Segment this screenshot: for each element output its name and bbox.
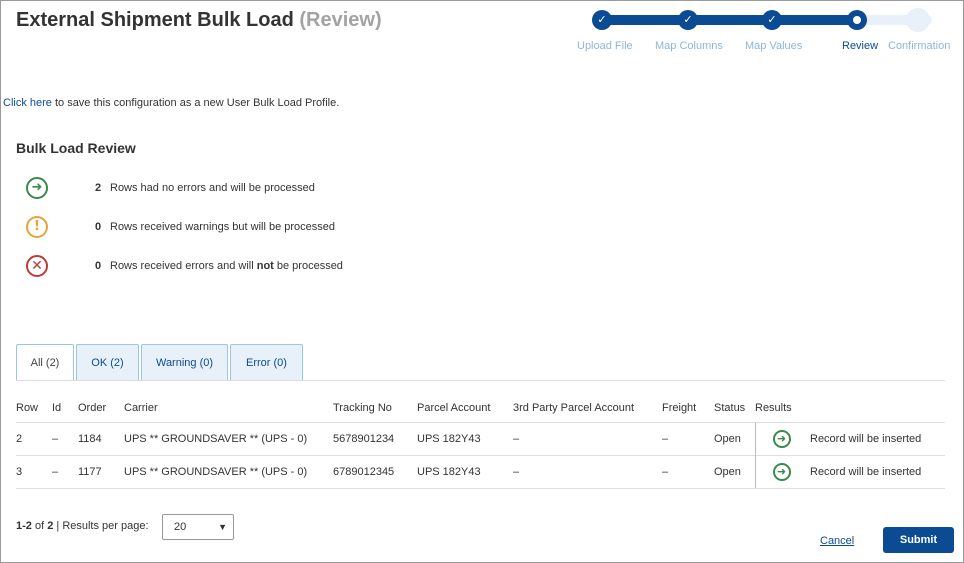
cell-carrier: UPS ** GROUNDSAVER ** (UPS - 0) (124, 454, 333, 489)
cell-status: Open (714, 454, 755, 489)
cell-result-icon: ➜ (754, 454, 810, 489)
step-3-check-icon: ✓ (762, 10, 782, 30)
tab-error[interactable]: Error (0) (230, 344, 303, 381)
submit-button[interactable]: Submit (883, 527, 954, 553)
tab-ok[interactable]: OK (2) (76, 344, 139, 381)
summary-error-text: Rows received errors and will not be pro… (110, 260, 343, 272)
caret-down-icon: ▼ (218, 522, 227, 532)
results-table: Row Id Order Carrier Tracking No Parcel … (16, 394, 945, 489)
error-x-circle-icon: ✕ (26, 255, 48, 277)
summary-warning-count: 0 (95, 221, 102, 233)
cell-freight: – (662, 454, 714, 489)
summary-error-count: 0 (95, 260, 102, 272)
cell-id: – (52, 454, 78, 489)
step-5-pending-icon (906, 8, 930, 32)
warning-circle-icon: ! (26, 216, 48, 238)
arrow-right-circle-icon: ➜ (772, 462, 791, 481)
step-label-confirmation: Confirmation (888, 40, 951, 52)
col-header-parcel-account: Parcel Account (417, 401, 491, 414)
tab-warning[interactable]: Warning (0) (141, 344, 228, 381)
summary-ok-text: Rows had no errors and will be processed (110, 182, 315, 194)
step-2-check-icon: ✓ (678, 10, 698, 30)
cell-row: 2 (16, 421, 52, 455)
table-row: 2 – 1184 UPS ** GROUNDSAVER ** (UPS - 0)… (16, 421, 945, 455)
cancel-link[interactable]: Cancel (820, 535, 854, 547)
tabs-divider (16, 380, 945, 381)
review-section-title: Bulk Load Review (16, 140, 136, 156)
col-header-third-party-account: 3rd Party Parcel Account (513, 401, 635, 414)
arrow-right-circle-icon: ➜ (772, 429, 791, 448)
col-header-results: Results (755, 401, 792, 414)
stepper-progress (600, 15, 858, 25)
summary-error-row: ✕ 0 Rows received errors and will not be… (24, 255, 524, 279)
progress-stepper: ✓ ✓ ✓ Upload File Map Columns Map Values… (0, 0, 964, 60)
cell-order: 1184 (78, 421, 124, 455)
table-row: 3 – 1177 UPS ** GROUNDSAVER ** (UPS - 0)… (16, 454, 945, 489)
pagination-summary: 1-2 of 2 | Results per page: (16, 520, 149, 532)
cell-result: Record will be inserted (810, 454, 945, 489)
col-header-result-text (810, 394, 945, 422)
summary-ok-count: 2 (95, 182, 102, 194)
cell-result-icon: ➜ (754, 421, 810, 455)
step-4-current-icon (847, 10, 867, 30)
save-profile-link[interactable]: Click here (3, 97, 52, 109)
col-header-carrier: Carrier (124, 401, 158, 414)
col-header-freight: Freight (662, 401, 697, 414)
col-header-tracking-no: Tracking No (333, 401, 392, 414)
cell-order: 1177 (78, 454, 124, 489)
results-per-page-select[interactable]: 20 ▼ (162, 514, 234, 540)
tab-all[interactable]: All (2) (16, 344, 74, 381)
cell-parcel-account: UPS 182Y43 (417, 454, 513, 489)
cell-freight: – (662, 421, 714, 455)
summary-ok-row: ➜ 2 Rows had no errors and will be proce… (24, 177, 524, 201)
arrow-right-circle-icon: ➜ (26, 177, 48, 199)
summary-warning-row: ! 0 Rows received warnings but will be p… (24, 216, 524, 240)
col-header-row: Row (16, 401, 39, 414)
save-profile-text: to save this configuration as a new User… (51, 97, 340, 109)
cell-result: Record will be inserted (810, 421, 945, 455)
cell-tracking: 6789012345 (333, 454, 417, 489)
col-header-order: Order (78, 401, 107, 414)
step-label-map-columns: Map Columns (655, 40, 723, 52)
col-header-status: Status (714, 401, 746, 414)
cell-carrier: UPS ** GROUNDSAVER ** (UPS - 0) (124, 421, 333, 455)
cell-third-party: – (513, 421, 662, 455)
cell-status: Open (714, 421, 755, 455)
cell-parcel-account: UPS 182Y43 (417, 421, 513, 455)
summary-warning-text: Rows received warnings but will be proce… (110, 221, 335, 233)
cell-id: – (52, 421, 78, 455)
cell-third-party: – (513, 454, 662, 489)
col-header-id: Id (52, 401, 62, 414)
results-per-page-label: Results per page: (62, 520, 149, 532)
save-profile-line: Click here to save this configuration as… (3, 97, 339, 109)
table-header-row: Row Id Order Carrier Tracking No Parcel … (16, 394, 945, 422)
step-1-check-icon: ✓ (592, 10, 612, 30)
cell-tracking: 5678901234 (333, 421, 417, 455)
cell-row: 3 (16, 454, 52, 489)
step-label-review: Review (842, 40, 879, 52)
step-label-map-values: Map Values (745, 40, 803, 52)
step-label-upload-file: Upload File (577, 40, 633, 52)
